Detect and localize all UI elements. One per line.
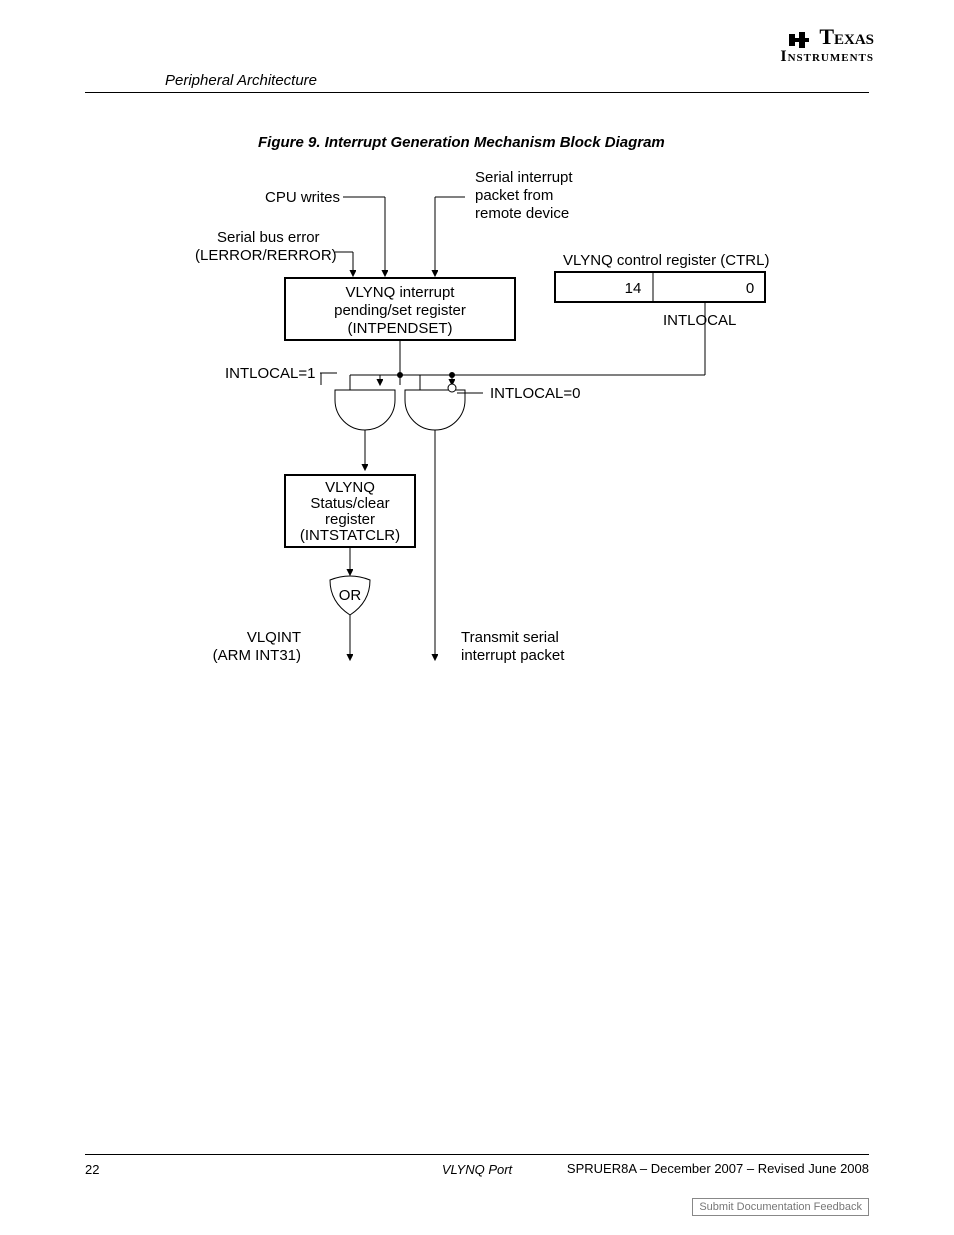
label-serial-pkt-l2: packet from [475, 187, 553, 204]
label-serial-bus-error-l2: (LERROR/RERROR) [195, 247, 337, 264]
label-intlocal1: INTLOCAL=1 [225, 365, 315, 382]
label-cpu-writes: CPU writes [265, 189, 340, 206]
label-vlqint-l2: (ARM INT31) [213, 647, 301, 664]
label-ctrl-caption: VLYNQ control register (CTRL) [563, 252, 769, 269]
label-or: OR [339, 587, 362, 604]
label-intlocal0: INTLOCAL=0 [490, 385, 580, 402]
bubble-inverter [448, 384, 456, 392]
label-statclr-l4: (INTSTATCLR) [300, 527, 400, 544]
footer-rule [85, 1154, 869, 1155]
box-ctrl-register [555, 272, 765, 302]
label-statclr-l3: register [325, 511, 375, 528]
label-bit14: 14 [625, 280, 642, 297]
ti-logo: Texas Instruments [780, 30, 874, 64]
footer-doc: SPRUER8A – December 2007 – Revised June … [567, 1162, 869, 1176]
label-tx-l2: interrupt packet [461, 647, 565, 664]
label-tx-l1: Transmit serial [461, 629, 559, 646]
label-pendset-l1: VLYNQ interrupt [346, 284, 456, 301]
label-statclr-l2: Status/clear [310, 495, 389, 512]
gate-and-right [405, 390, 465, 430]
feedback-link[interactable]: Submit Documentation Feedback [692, 1198, 869, 1216]
label-serial-pkt-l1: Serial interrupt [475, 169, 573, 186]
label-bit0: 0 [746, 280, 754, 297]
label-vlqint-l1: VLQINT [247, 629, 301, 646]
label-serial-bus-error-l1: Serial bus error [217, 229, 320, 246]
label-statclr-l1: VLYNQ [325, 479, 375, 496]
label-serial-pkt-l3: remote device [475, 205, 569, 222]
gate-and-left [335, 390, 395, 430]
figure-caption: Figure 9. Interrupt Generation Mechanism… [258, 134, 665, 151]
header-rule [85, 92, 869, 93]
label-pendset-l2: pending/set register [334, 302, 466, 319]
section-header: Peripheral Architecture [165, 72, 317, 89]
label-pendset-l3: (INTPENDSET) [348, 320, 453, 337]
label-intlocal: INTLOCAL [663, 312, 736, 329]
diagram: CPU writes Serial bus error (LERROR/RERR… [85, 160, 869, 725]
